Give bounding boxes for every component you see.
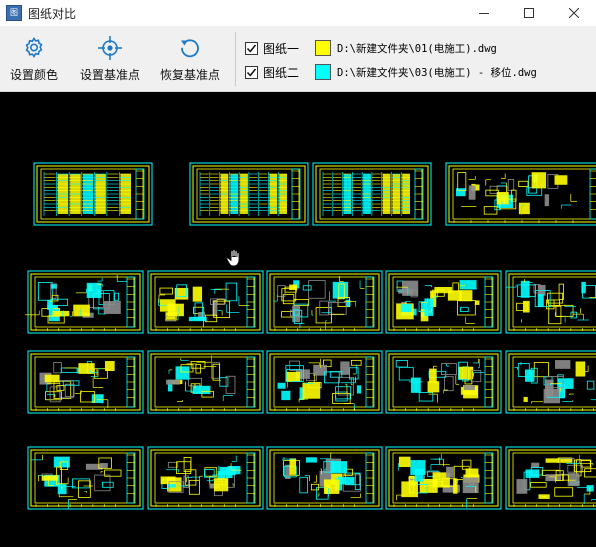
hand-cursor-icon [226, 249, 240, 267]
drawing-canvas[interactable] [0, 93, 596, 547]
checkmark-icon [246, 68, 257, 77]
gear-icon [20, 34, 48, 62]
set-base-point-label: 设置基准点 [79, 68, 140, 82]
set-base-point-button[interactable]: 设置基准点 [78, 34, 142, 86]
layer-one-name: 图纸一 [263, 41, 300, 56]
checkmark-icon [246, 44, 257, 53]
restore-base-point-label: 恢复基准点 [159, 68, 220, 82]
drawing-sheet-2 [312, 162, 432, 226]
undo-icon [176, 34, 204, 62]
drawing-sheet-1 [189, 162, 309, 226]
restore-base-point-button[interactable]: 恢复基准点 [158, 34, 222, 86]
layer-one-path: D:\新建文件夹\01(电施工).dwg [337, 42, 497, 55]
toolbar-divider [235, 32, 236, 86]
layer-one-checkbox[interactable] [245, 41, 258, 55]
layer-two-color-swatch[interactable] [315, 64, 331, 80]
layer-row-two: 图纸二 D:\新建文件夹\03(电施工) - 移位.dwg [245, 61, 537, 83]
drawing-sheet-12 [385, 350, 502, 414]
drawing-sheet-5 [147, 270, 264, 334]
layer-two-name: 图纸二 [263, 65, 300, 80]
minimize-button[interactable] [461, 0, 506, 26]
maximize-icon [523, 8, 534, 18]
drawing-sheet-3 [445, 162, 596, 226]
drawing-sheet-14 [27, 446, 144, 510]
drawing-sheet-16 [266, 446, 383, 510]
drawing-sheet-17 [385, 446, 502, 510]
title-bar: 图 图纸对比 [0, 0, 596, 26]
drawing-sheet-13 [505, 350, 596, 414]
drawing-sheet-15 [147, 446, 264, 510]
maximize-button[interactable] [506, 0, 551, 26]
drawing-sheet-18 [505, 446, 596, 510]
layer-two-path: D:\新建文件夹\03(电施工) - 移位.dwg [337, 66, 537, 79]
drawing-sheet-6 [266, 270, 383, 334]
minimize-icon [478, 13, 489, 14]
toolbar: 设置颜色 设置基准点 恢复基准点 图纸一 D:\新建文件夹\01(电施工).dw… [0, 26, 596, 92]
set-color-label: 设置颜色 [9, 68, 58, 82]
set-color-button[interactable]: 设置颜色 [8, 34, 60, 86]
window-title: 图纸对比 [28, 7, 77, 21]
layer-two-checkbox[interactable] [245, 65, 258, 79]
close-icon [568, 8, 579, 18]
drawing-sheet-4 [25, 270, 144, 334]
drawing-sheet-7 [385, 270, 502, 334]
app-icon: 图 [6, 5, 22, 21]
close-button[interactable] [551, 0, 596, 26]
crosshair-icon [96, 34, 124, 62]
drawing-sheet-0 [33, 162, 153, 226]
drawing-sheet-10 [147, 350, 264, 414]
layer-one-color-swatch[interactable] [315, 40, 331, 56]
drawing-sheet-8 [505, 270, 596, 334]
drawing-sheet-11 [266, 350, 383, 414]
drawing-sheet-9 [27, 350, 144, 414]
layer-row-one: 图纸一 D:\新建文件夹\01(电施工).dwg [245, 37, 497, 59]
drawing-sheets [25, 162, 596, 510]
